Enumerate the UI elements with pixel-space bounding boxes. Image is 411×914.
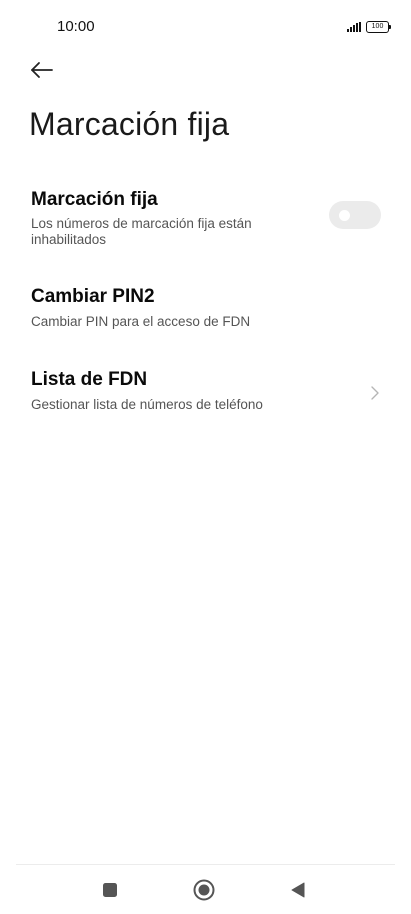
circle-home-icon: [193, 879, 215, 901]
fixed-dialing-toggle[interactable]: [329, 201, 381, 229]
settings-item-change-pin2[interactable]: Cambiar PIN2 Cambiar PIN para el acceso …: [0, 275, 411, 341]
home-button[interactable]: [190, 876, 218, 904]
status-icons: 100: [347, 21, 391, 33]
item-title: Cambiar PIN2: [31, 286, 155, 307]
chevron-right-icon: [371, 386, 379, 400]
recents-button[interactable]: [96, 876, 124, 904]
item-summary: Los números de marcación fija están inha…: [31, 216, 252, 247]
arrow-left-icon: [31, 62, 53, 78]
page-title: Marcación fija: [29, 106, 230, 142]
settings-item-fixed-dialing[interactable]: Marcación fija Los números de marcación …: [0, 177, 411, 257]
triangle-back-icon: [291, 882, 305, 898]
item-summary: Cambiar PIN para el acceso de FDN: [31, 314, 251, 329]
status-bar: 10:00 100: [0, 0, 411, 54]
item-title: Lista de FDN: [31, 369, 148, 390]
item-title: Marcación fija: [31, 189, 158, 210]
nav-back-button[interactable]: [284, 876, 312, 904]
square-icon: [103, 883, 117, 897]
nav-divider: [16, 864, 395, 865]
signal-icon: [347, 22, 361, 32]
back-button[interactable]: [28, 56, 56, 84]
item-summary: Gestionar lista de números de teléfono: [31, 397, 263, 412]
battery-icon: 100: [366, 21, 391, 33]
status-time: 10:00: [57, 18, 95, 35]
settings-item-fdn-list[interactable]: Lista de FDN Gestionar lista de números …: [0, 357, 411, 427]
battery-level: 100: [371, 23, 384, 30]
navigation-bar: [0, 866, 411, 914]
toggle-knob: [339, 210, 350, 221]
